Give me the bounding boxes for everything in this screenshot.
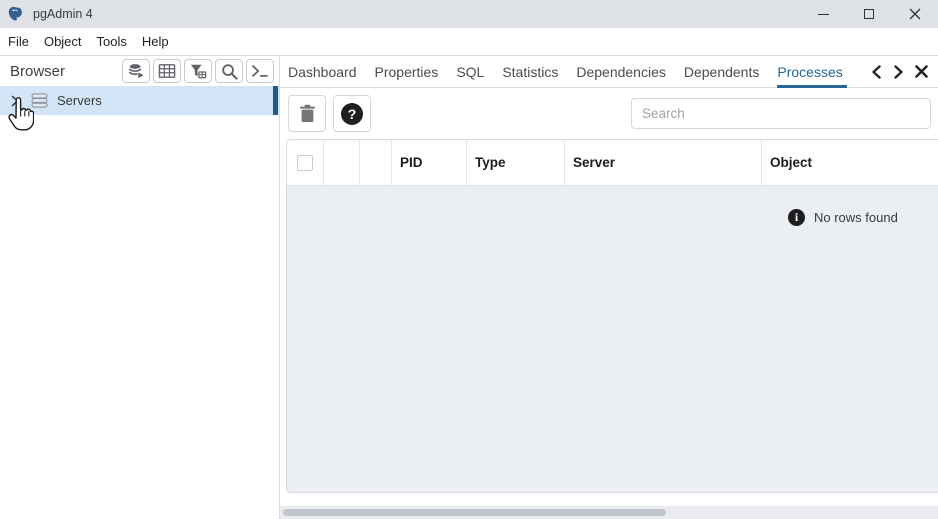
empty-message: No rows found	[814, 210, 898, 225]
select-all-checkbox[interactable]	[297, 155, 313, 171]
processes-table: PID Type Server Object i No rows found	[286, 139, 938, 493]
help-icon: ?	[341, 103, 363, 125]
tree-item-label: Servers	[57, 93, 102, 108]
filtered-rows-button[interactable]	[184, 59, 212, 83]
window-controls	[800, 0, 938, 28]
maximize-button[interactable]	[846, 0, 892, 28]
tab-navigation	[871, 65, 928, 79]
tab-processes[interactable]: Processes	[777, 56, 847, 88]
search-input[interactable]	[631, 98, 931, 129]
minimize-icon	[818, 14, 829, 15]
view-data-button[interactable]	[153, 59, 181, 83]
query-tool-icon	[127, 62, 145, 80]
tab-dependencies[interactable]: Dependencies	[576, 56, 666, 88]
search-icon	[221, 63, 238, 80]
server-group-icon	[31, 93, 48, 108]
empty-state: i No rows found	[788, 209, 938, 226]
close-icon	[915, 65, 928, 78]
header-cell-type[interactable]: Type	[467, 140, 565, 185]
maximize-icon	[864, 9, 874, 19]
tab-properties[interactable]: Properties	[375, 56, 439, 88]
chevron-left-icon	[871, 65, 882, 79]
menu-tools[interactable]: Tools	[97, 34, 127, 49]
close-button[interactable]	[892, 0, 938, 28]
selection-accent-bar	[273, 86, 278, 115]
window-title: pgAdmin 4	[33, 7, 93, 21]
browser-panel-title: Browser	[10, 63, 65, 80]
browser-toolbar	[122, 59, 274, 83]
delete-process-button[interactable]	[288, 95, 326, 132]
titlebar: pgAdmin 4	[0, 0, 938, 28]
header-cell-empty-2	[360, 140, 392, 185]
main-area: Browser	[0, 56, 938, 519]
tabs-scroll-left-button[interactable]	[871, 65, 882, 79]
pgadmin-window: pgAdmin 4 File Object Tools Help Browser	[0, 0, 938, 519]
tab-dependents[interactable]: Dependents	[684, 56, 760, 88]
trash-icon	[299, 104, 316, 123]
tabs-bar: Dashboard Properties SQL Statistics Depe…	[280, 56, 938, 88]
header-cell-server[interactable]: Server	[565, 140, 762, 185]
scrollbar-thumb[interactable]	[283, 509, 666, 516]
menu-file[interactable]: File	[8, 34, 29, 49]
browser-header: Browser	[0, 56, 279, 86]
tree-item-servers[interactable]: Servers	[0, 86, 279, 115]
minimize-button[interactable]	[800, 0, 846, 28]
view-data-icon	[158, 63, 176, 79]
filter-icon	[189, 63, 207, 80]
chevron-right-icon	[893, 65, 904, 79]
panel-close-button[interactable]	[915, 65, 928, 78]
menu-object[interactable]: Object	[44, 34, 82, 49]
header-cell-empty-1	[324, 140, 360, 185]
expand-chevron-icon[interactable]	[11, 95, 19, 107]
pgadmin-logo-icon	[8, 6, 24, 22]
terminal-icon	[251, 64, 269, 78]
query-tool-button[interactable]	[122, 59, 150, 83]
header-cell-object[interactable]: Object	[762, 140, 938, 185]
header-cell-pid[interactable]: PID	[392, 140, 467, 185]
help-button[interactable]: ?	[333, 95, 371, 132]
close-icon	[909, 8, 921, 20]
tab-statistics[interactable]: Statistics	[502, 56, 558, 88]
processes-panel: Dashboard Properties SQL Statistics Depe…	[280, 56, 938, 519]
table-header-row: PID Type Server Object	[287, 140, 938, 186]
menu-help[interactable]: Help	[142, 34, 169, 49]
tab-sql[interactable]: SQL	[456, 56, 484, 88]
menubar: File Object Tools Help	[0, 28, 938, 56]
tab-dashboard[interactable]: Dashboard	[288, 56, 357, 88]
processes-toolbar: ?	[280, 88, 938, 139]
horizontal-scrollbar[interactable]	[280, 506, 938, 519]
header-cell-select	[287, 140, 324, 185]
search-objects-button[interactable]	[215, 59, 243, 83]
info-icon: i	[788, 209, 805, 226]
tabs-scroll-right-button[interactable]	[893, 65, 904, 79]
browser-panel: Browser	[0, 56, 280, 519]
psql-tool-button[interactable]	[246, 59, 274, 83]
